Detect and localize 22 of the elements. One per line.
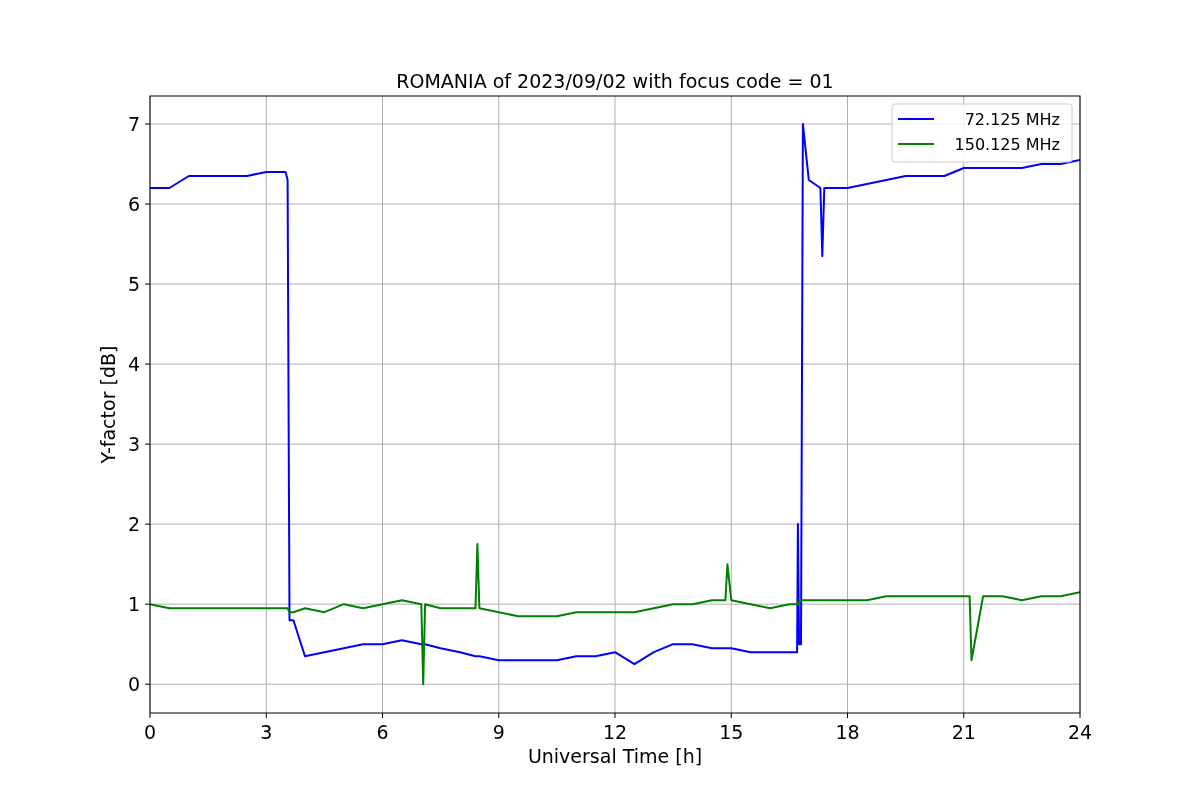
tick-label: 12 bbox=[602, 721, 628, 743]
tick-label: 5 bbox=[127, 273, 140, 296]
tick-label: 15 bbox=[719, 721, 744, 743]
tick-label: 6 bbox=[376, 721, 389, 743]
tick-label: 18 bbox=[835, 721, 860, 743]
tick-label: 3 bbox=[127, 433, 140, 456]
chart-title: ROMANIA of 2023/09/02 with focus code = 01 bbox=[396, 70, 834, 92]
tick-label: 2 bbox=[127, 513, 140, 536]
tick-label: 21 bbox=[951, 721, 976, 743]
tick-label: 9 bbox=[492, 721, 505, 743]
y-axis-label: Y-factor [dB] bbox=[97, 345, 119, 464]
tick-label: 0 bbox=[127, 673, 140, 696]
legend-label: 150.125 MHz bbox=[954, 135, 1060, 154]
tick-label: 24 bbox=[1067, 721, 1093, 743]
tick-label: 4 bbox=[127, 353, 140, 376]
x-axis-label: Universal Time [h] bbox=[527, 745, 703, 767]
tick-label: 6 bbox=[127, 193, 140, 216]
tick-label: 0 bbox=[143, 721, 157, 743]
legend-label: 72.125 MHz bbox=[964, 110, 1060, 129]
tick-label: 3 bbox=[260, 721, 273, 743]
tick-label: 7 bbox=[127, 113, 140, 135]
tick-label: 1 bbox=[127, 593, 140, 616]
